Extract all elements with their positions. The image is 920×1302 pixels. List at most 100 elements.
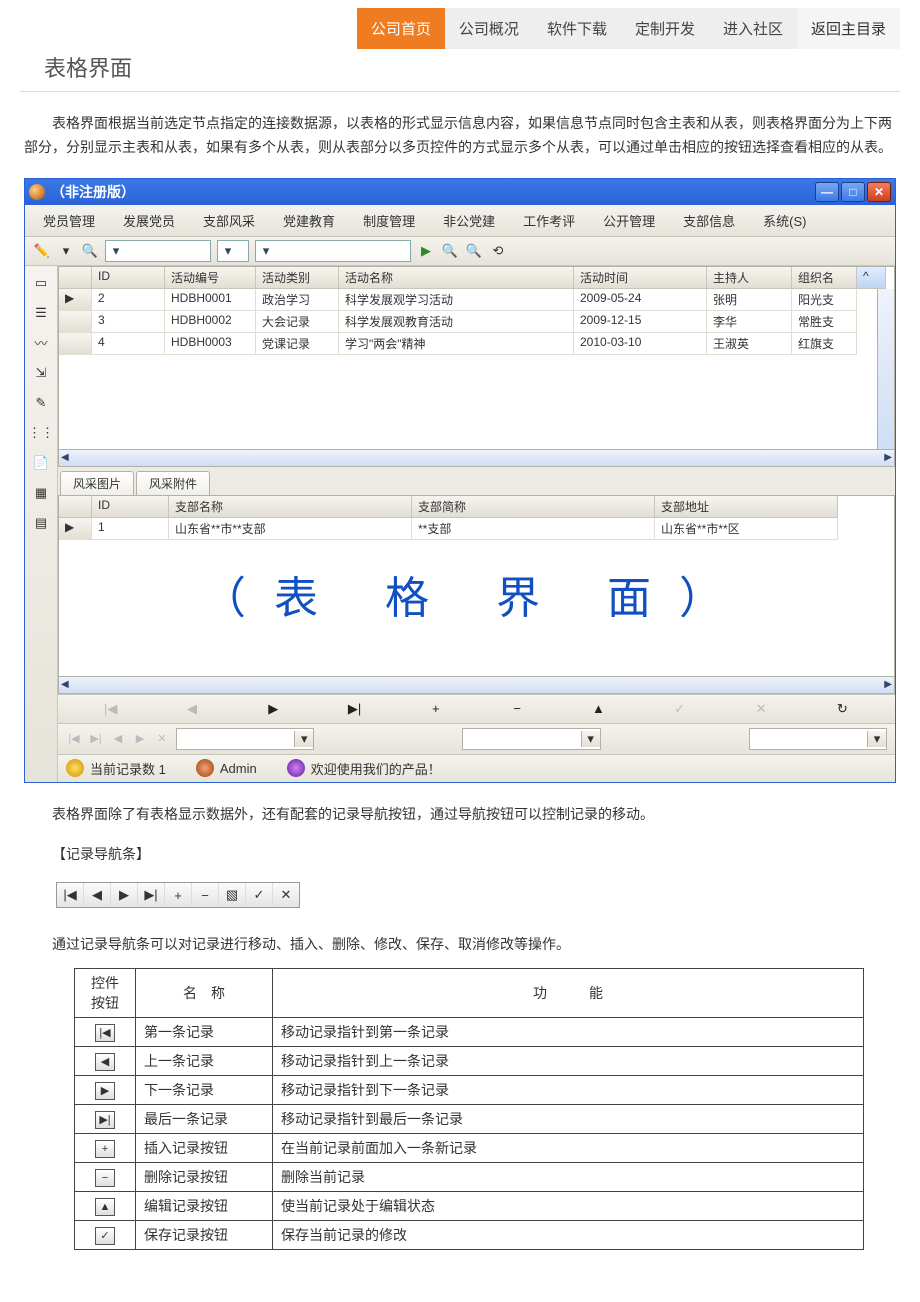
nav-refresh-icon[interactable]: ↻ [826, 701, 858, 717]
col-time[interactable]: 活动时间 [574, 267, 707, 289]
ns-add-icon[interactable]: + [165, 883, 192, 907]
nav-custom[interactable]: 定制开发 [621, 8, 709, 49]
menu-system-mgmt[interactable]: 制度管理 [349, 209, 429, 232]
func-row: + 插入记录按钮 在当前记录前面加入一条新记录 [75, 1134, 864, 1163]
secondary-toolbar: |◀ ▶| ◀ ▶ ✕ ▾ ▾ ▾ [58, 723, 895, 754]
menu-education[interactable]: 党建教育 [269, 209, 349, 232]
ns-save-icon[interactable]: ✓ [246, 883, 273, 907]
nav-first-icon[interactable]: |◀ [95, 701, 127, 717]
combo-a[interactable]: ▾ [176, 728, 314, 750]
insert-glyph-icon: + [95, 1140, 115, 1158]
sm-last-icon[interactable]: ▶| [88, 732, 104, 745]
combo-c[interactable]: ▾ [749, 728, 887, 750]
side-icon-grid[interactable]: ▦ [30, 482, 52, 504]
side-icon-link[interactable]: ⇲ [30, 362, 52, 384]
nav-cancel-icon[interactable]: ✕ [745, 701, 777, 717]
master-vertical-scrollbar[interactable] [877, 289, 894, 449]
combo-3[interactable]: ▾ [255, 240, 411, 262]
func-row: ▲ 编辑记录按钮 使当前记录处于编辑状态 [75, 1192, 864, 1221]
nav-del-icon[interactable]: − [501, 701, 533, 717]
side-icon-doc[interactable]: 📄 [30, 452, 52, 474]
menu-branch-info[interactable]: 支部信息 [669, 209, 749, 232]
side-icon-list[interactable]: ☰ [30, 302, 52, 324]
statusbar: 当前记录数 1 Admin 欢迎使用我们的产品！ [58, 754, 895, 782]
nav-next-icon[interactable]: ▶ [257, 701, 289, 717]
sm-cancel-icon[interactable]: ✕ [154, 732, 170, 745]
master-grid: ID 活动编号 活动类别 活动名称 活动时间 主持人 组织名 ^ [58, 266, 895, 450]
nav-back[interactable]: 返回主目录 [797, 8, 900, 49]
ns-cancel-icon[interactable]: ✕ [273, 883, 299, 907]
refresh-icon[interactable]: ⟲ [489, 242, 507, 260]
close-button[interactable]: ✕ [867, 182, 891, 202]
ns-first-icon[interactable]: |◀ [57, 883, 84, 907]
nav-save-icon[interactable]: ✓ [664, 701, 696, 717]
master-horizontal-scrollbar[interactable]: ◀▶ [58, 450, 895, 467]
intro-paragraph: 表格界面根据当前选定节点指定的连接数据源，以表格的形式显示信息内容，如果信息节点… [24, 112, 896, 160]
sm-prev-icon[interactable]: ◀ [110, 732, 126, 745]
menu-public[interactable]: 公开管理 [589, 209, 669, 232]
scroll-up-icon[interactable]: ^ [857, 267, 886, 289]
find-desc-icon[interactable]: 🔍 [465, 242, 483, 260]
menu-party-manage[interactable]: 党员管理 [29, 209, 109, 232]
pencil-icon[interactable]: ✏️ [33, 242, 51, 260]
col-no[interactable]: 活动编号 [165, 267, 256, 289]
master-row[interactable]: 4 HDBH0003 党课记录 学习"两会"精神 2010-03-10 王淑英 … [59, 333, 877, 355]
combo-2[interactable]: ▾ [217, 240, 249, 262]
minimize-button[interactable]: — [815, 182, 839, 202]
tab-photos[interactable]: 风采图片 [60, 471, 134, 495]
side-icon-dots[interactable]: ⋮⋮ [30, 422, 52, 444]
sm-first-icon[interactable]: |◀ [66, 732, 82, 745]
side-icon-edit[interactable]: ✎ [30, 392, 52, 414]
dcol-id[interactable]: ID [92, 496, 169, 518]
ns-prev-icon[interactable]: ◀ [84, 883, 111, 907]
nav-add-icon[interactable]: + [420, 701, 452, 717]
nav-about[interactable]: 公司概况 [445, 8, 533, 49]
ns-edit-icon[interactable]: ▧ [219, 883, 246, 907]
col-host[interactable]: 主持人 [707, 267, 792, 289]
col-org[interactable]: 组织名 [792, 267, 857, 289]
dcol-addr[interactable]: 支部地址 [655, 496, 838, 518]
play-icon[interactable]: ▶ [417, 242, 435, 260]
nav-edit-icon[interactable]: ▲ [582, 701, 614, 717]
save-glyph-icon: ✓ [95, 1227, 115, 1245]
maximize-button[interactable]: □ [841, 182, 865, 202]
side-icon-form[interactable]: ▭ [30, 272, 52, 294]
watermark-label: （表 格 界 面） [59, 540, 894, 676]
nav-community[interactable]: 进入社区 [709, 8, 797, 49]
master-row[interactable]: ▶ 2 HDBH0001 政治学习 科学发展观学习活动 2009-05-24 张… [59, 289, 877, 311]
menu-system[interactable]: 系统(S) [749, 209, 820, 232]
ns-last-icon[interactable]: ▶| [138, 883, 165, 907]
records-icon [66, 759, 84, 777]
paragraph-3: 通过记录导航条可以对记录进行移动、插入、删除、修改、保存、取消修改等操作。 [24, 934, 896, 954]
tab-attachments[interactable]: 风采附件 [136, 471, 210, 495]
ns-next-icon[interactable]: ▶ [111, 883, 138, 907]
col-type[interactable]: 活动类别 [256, 267, 339, 289]
dropdown-arrow-icon[interactable]: ▾ [57, 242, 75, 260]
sm-next-icon[interactable]: ▶ [132, 732, 148, 745]
menu-nonpublic[interactable]: 非公党建 [429, 209, 509, 232]
nav-last-icon[interactable]: ▶| [339, 701, 371, 717]
master-row[interactable]: 3 HDBH0002 大会记录 科学发展观教育活动 2009-12-15 李华 … [59, 311, 877, 333]
search-icon[interactable]: 🔍 [81, 242, 99, 260]
combo-1[interactable]: ▾ [105, 240, 211, 262]
th-button: 控件 按钮 [75, 969, 136, 1018]
th-name: 名 称 [136, 969, 273, 1018]
dcol-name[interactable]: 支部名称 [169, 496, 412, 518]
menu-evaluation[interactable]: 工作考评 [509, 209, 589, 232]
side-icon-chart[interactable]: 〰 [30, 332, 52, 354]
nav-home[interactable]: 公司首页 [357, 8, 445, 49]
ns-del-icon[interactable]: − [192, 883, 219, 907]
detail-horizontal-scrollbar[interactable]: ◀▶ [58, 677, 895, 694]
nav-download[interactable]: 软件下载 [533, 8, 621, 49]
menu-branch[interactable]: 支部风采 [189, 209, 269, 232]
col-name[interactable]: 活动名称 [339, 267, 574, 289]
col-id[interactable]: ID [92, 267, 165, 289]
detail-row[interactable]: ▶ 1 山东省**市**支部 **支部 山东省**市**区 [59, 518, 894, 540]
user-icon [196, 759, 214, 777]
side-icon-card[interactable]: ▤ [30, 512, 52, 534]
dcol-short[interactable]: 支部简称 [412, 496, 655, 518]
find-asc-icon[interactable]: 🔍 [441, 242, 459, 260]
nav-prev-icon[interactable]: ◀ [176, 701, 208, 717]
combo-b[interactable]: ▾ [462, 728, 600, 750]
menu-develop[interactable]: 发展党员 [109, 209, 189, 232]
